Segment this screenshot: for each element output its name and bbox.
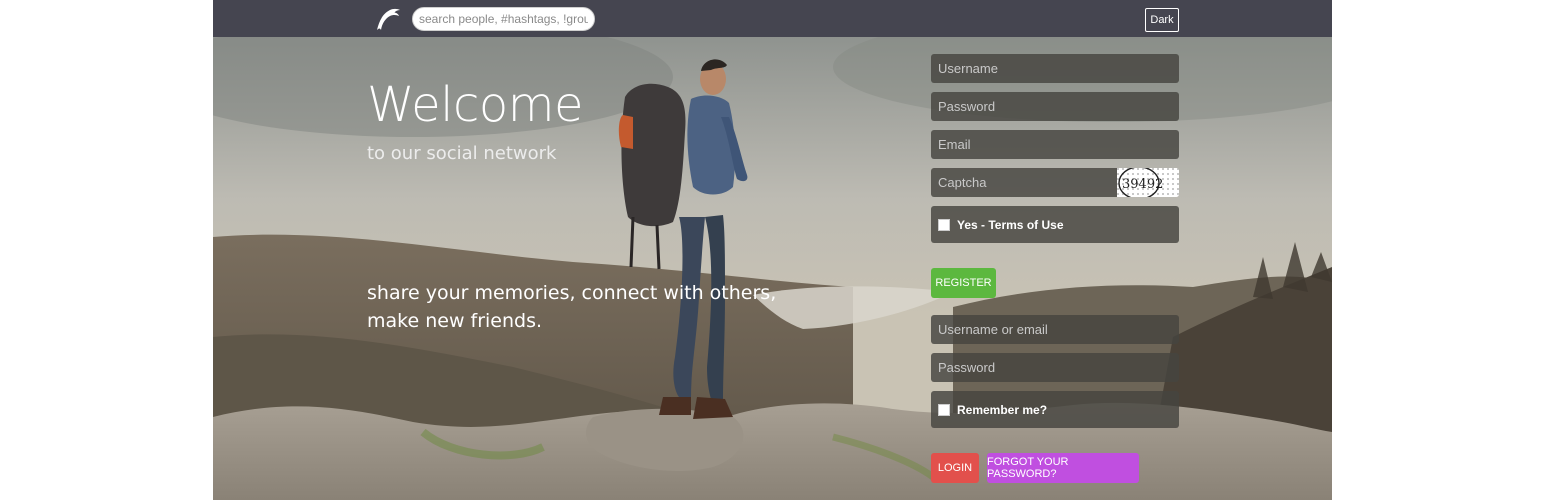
terms-checkbox-row[interactable]: Yes - Terms of Use: [931, 206, 1179, 243]
dark-mode-button[interactable]: Dark: [1145, 8, 1179, 32]
remember-me-row[interactable]: Remember me?: [931, 391, 1179, 428]
terms-checkbox[interactable]: [938, 218, 950, 231]
captcha-image: 39492: [1117, 168, 1179, 197]
welcome-heading: Welcome: [367, 77, 584, 133]
welcome-subtitle: to our social network: [367, 143, 557, 164]
search-input[interactable]: [412, 7, 595, 31]
login-button[interactable]: LOGIN: [931, 453, 979, 483]
register-password-field[interactable]: [931, 92, 1179, 121]
tagline-line-1: share your memories, connect with others…: [367, 282, 777, 304]
terms-label: Yes - Terms of Use: [957, 217, 1064, 232]
tagline: share your memories, connect with others…: [367, 279, 787, 335]
captcha-field[interactable]: [931, 168, 1117, 197]
forgot-password-button[interactable]: FORGOT YOUR PASSWORD?: [987, 453, 1139, 483]
login-username-field[interactable]: [931, 315, 1179, 344]
dolphin-logo-icon[interactable]: [373, 4, 403, 34]
register-email-field[interactable]: [931, 130, 1179, 159]
remember-me-checkbox[interactable]: [938, 403, 950, 416]
remember-me-label: Remember me?: [957, 402, 1048, 417]
tagline-line-2: make new friends.: [367, 310, 543, 332]
register-username-field[interactable]: [931, 54, 1179, 83]
login-password-field[interactable]: [931, 353, 1179, 382]
top-navbar: Dark: [213, 0, 1332, 37]
page-frame: Dark: [213, 0, 1332, 500]
register-button[interactable]: REGISTER: [931, 268, 996, 298]
hero-section: Welcome to our social network share your…: [213, 37, 1332, 500]
captcha-code: 39492: [1122, 177, 1163, 192]
